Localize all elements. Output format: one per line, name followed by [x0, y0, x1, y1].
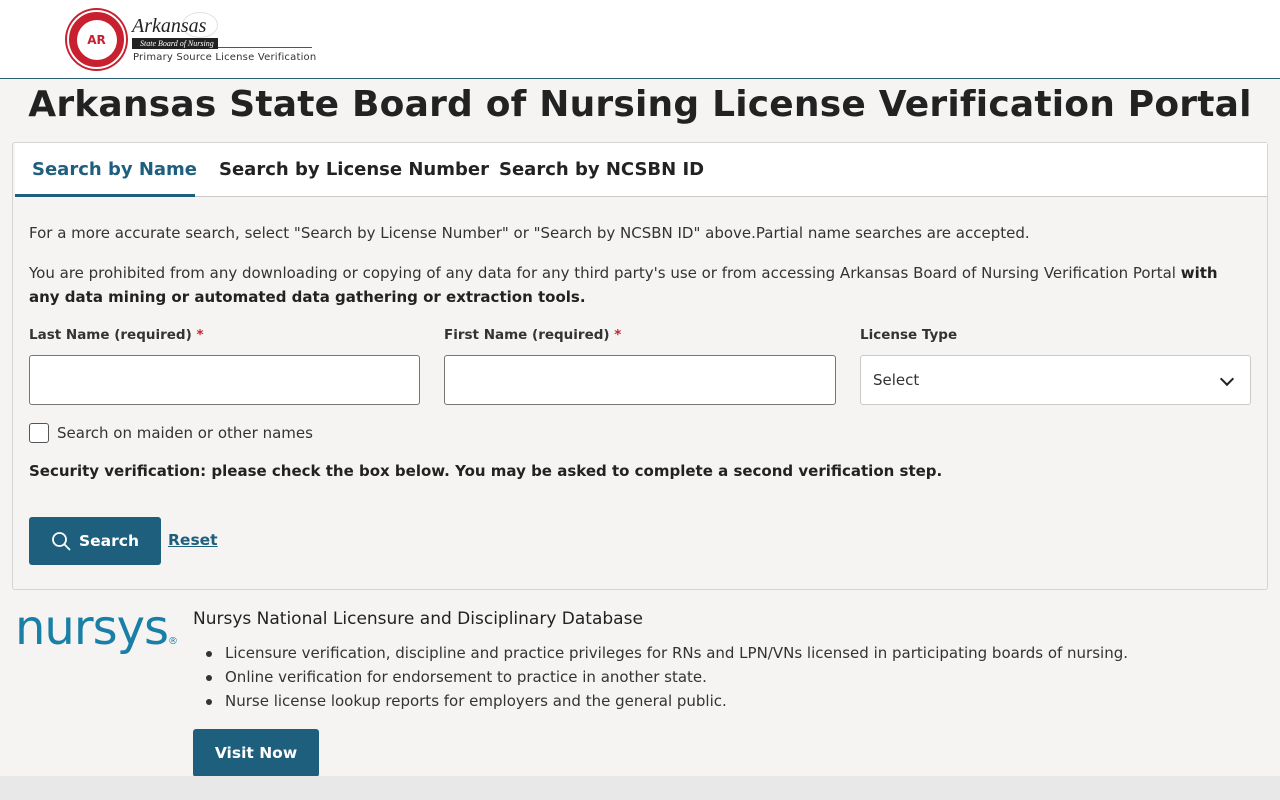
license-type-label: License Type [860, 327, 958, 343]
arkansas-health-seal-logo[interactable]: AR [67, 10, 126, 69]
logo-word: Arkansas [132, 15, 207, 37]
footer-band [0, 776, 1280, 800]
prohibited-note: You are prohibited from any downloading … [29, 261, 1251, 309]
security-verification-note: Security verification: please check the … [29, 462, 943, 480]
search-button[interactable]: Search [29, 517, 161, 565]
chevron-down-icon [1219, 371, 1235, 387]
search-button-label: Search [78, 532, 139, 550]
list-item: Nurse license lookup reports for employe… [193, 689, 1128, 713]
search-tabs: Search by Name Search by License Number … [15, 143, 1267, 197]
first-name-label: First Name (required) * [444, 327, 621, 343]
logo-tagline: Primary Source License Verification [133, 52, 317, 63]
list-item: Licensure verification, discipline and p… [193, 641, 1128, 665]
site-header: AR Arkansas State Board of Nursing Prima… [0, 0, 1280, 79]
logo-rule [218, 47, 312, 48]
visit-now-button[interactable]: Visit Now [193, 729, 319, 777]
seal-center: AR [76, 19, 117, 60]
reset-link[interactable]: Reset [168, 531, 218, 549]
nursys-logo-text: nursys [15, 600, 169, 656]
maiden-name-checkbox[interactable] [29, 423, 49, 443]
list-item: Online verification for endorsement to p… [193, 665, 1128, 689]
registered-mark: ® [168, 636, 178, 647]
tab-search-by-license-number[interactable]: Search by License Number [219, 159, 489, 180]
search-icon [51, 531, 71, 551]
tab-search-by-name[interactable]: Search by Name [32, 159, 197, 180]
accuracy-note: For a more accurate search, select "Sear… [29, 224, 1030, 242]
license-type-selected: Select [873, 371, 920, 389]
nursys-feature-list: Licensure verification, discipline and p… [193, 641, 1128, 713]
tab-search-by-ncsbn-id[interactable]: Search by NCSBN ID [499, 159, 704, 180]
maiden-name-checkbox-label[interactable]: Search on maiden or other names [57, 424, 313, 442]
required-mark: * [614, 327, 622, 343]
first-name-label-text: First Name (required) [444, 327, 610, 343]
last-name-input[interactable] [29, 355, 420, 405]
page: AR Arkansas State Board of Nursing Prima… [0, 0, 1280, 777]
page-title: Arkansas State Board of Nursing License … [28, 84, 1252, 125]
seal-text: AR [87, 32, 106, 47]
last-name-label: Last Name (required) * [29, 327, 204, 343]
nursys-logo[interactable]: nursys® [15, 598, 178, 662]
asbn-logo[interactable]: Arkansas State Board of Nursing Primary … [132, 12, 318, 64]
required-mark: * [196, 327, 204, 343]
first-name-input[interactable] [444, 355, 836, 405]
license-type-select[interactable]: Select [860, 355, 1251, 405]
logo-subtitle: State Board of Nursing [132, 38, 218, 49]
prohibited-note-text: You are prohibited from any downloading … [29, 264, 1181, 282]
nursys-title: Nursys National Licensure and Disciplina… [193, 609, 643, 629]
last-name-label-text: Last Name (required) [29, 327, 192, 343]
search-card: Search by Name Search by License Number … [12, 142, 1268, 590]
maiden-name-option: Search on maiden or other names [29, 423, 313, 443]
active-tab-indicator [15, 194, 195, 197]
